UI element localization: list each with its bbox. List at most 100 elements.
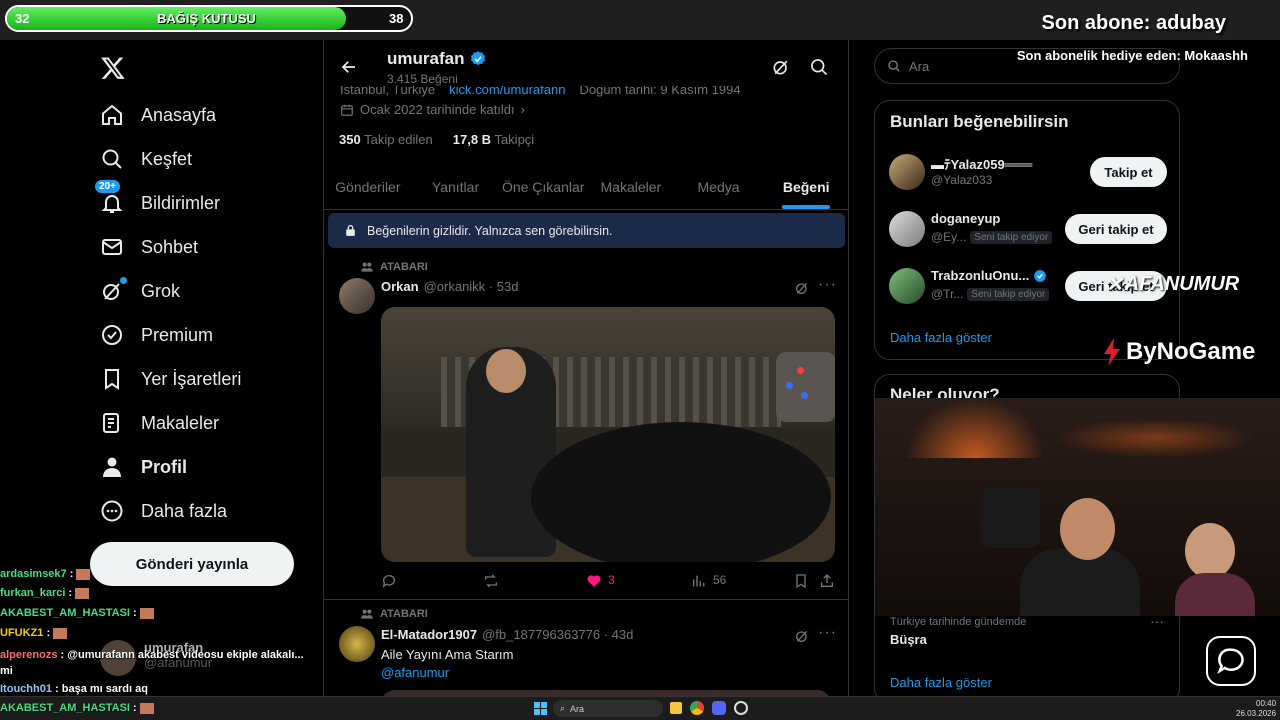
nav-label: Profil — [141, 456, 188, 477]
obs-icon[interactable] — [734, 701, 748, 715]
left-navigation: Anasayfa Keşfet 20+ Bildirimler Sohbet G… — [0, 40, 322, 700]
tab-highlights[interactable]: Öne Çıkanlar — [499, 170, 587, 209]
emote-icon — [139, 702, 154, 714]
avatar[interactable] — [339, 626, 375, 662]
more-options-icon[interactable]: ··· — [818, 276, 837, 294]
emote-icon — [139, 607, 154, 619]
show-more-link[interactable]: Daha fazla göster — [890, 675, 992, 690]
donation-bar: 32 BAĞIŞ KUTUSU 38 — [5, 5, 413, 32]
taskbar-search-label: Ara — [570, 703, 585, 714]
search-icon — [888, 60, 900, 72]
share-icon[interactable] — [819, 573, 835, 589]
tab-posts[interactable]: Gönderiler — [324, 170, 412, 209]
streamer-watermark: ✕ AFANUMUR — [1106, 272, 1239, 297]
bookmark-icon[interactable] — [793, 573, 809, 589]
post-header: Orkan @orkanikk · 53d — [381, 279, 518, 294]
nav-item-chat[interactable]: Sohbet — [100, 232, 198, 262]
nav-item-premium[interactable]: Premium — [100, 320, 213, 350]
like-count: 3 — [608, 573, 615, 587]
tab-articles[interactable]: Makaleler — [587, 170, 675, 209]
watermark-text: AFANUMUR — [1124, 273, 1240, 295]
profile-column: umurafan 3.415 Beğeni İstanbul, Türkiye … — [323, 40, 849, 700]
community-icon — [361, 262, 373, 272]
post-header: El-Matador1907 @fb_187796363776 · 43d — [381, 627, 633, 642]
taskbar-search[interactable]: ⌕ Ara — [553, 700, 663, 717]
more-icon — [101, 500, 123, 522]
suggestion-row[interactable]: ▬ﾃYalaz059═══ @Yalaz033 Takip et — [875, 151, 1181, 195]
nav-item-explore[interactable]: Keşfet — [100, 144, 192, 174]
nav-item-articles[interactable]: Makaleler — [100, 408, 219, 438]
chat-message: AKABEST_AM_HASTASI : — [0, 607, 154, 619]
tab-likes[interactable]: Beğeni — [762, 170, 848, 209]
like-button[interactable]: 3 — [586, 573, 615, 589]
discord-icon[interactable] — [712, 701, 726, 715]
context-label: ATABARI — [380, 261, 428, 273]
suggestion-row[interactable]: doganeyup @Ey... Seni takip ediyor Geri … — [875, 208, 1181, 252]
post-context: ATABARI — [360, 260, 428, 274]
nav-item-notifications[interactable]: 20+ Bildirimler — [94, 179, 221, 218]
follow-button[interactable]: Takip et — [1090, 157, 1167, 187]
x-logo-icon[interactable] — [100, 55, 126, 81]
chat-message: Itouchh01 : başa mı sardı aq — [0, 683, 148, 695]
donation-max: 38 — [389, 11, 404, 26]
author-name[interactable]: El-Matador1907 — [381, 627, 477, 642]
chat-user: AKABEST_AM_HASTASI — [0, 702, 130, 714]
file-explorer-icon[interactable] — [670, 702, 682, 714]
nav-item-bookmarks[interactable]: Yer İşaretleri — [100, 364, 241, 394]
suggestion-name: ▬ﾃYalaz059═══ — [931, 157, 1033, 172]
suggestion-handle: @Ey... — [931, 230, 967, 244]
chat-user: ardasimsek7 — [0, 568, 67, 580]
windows-start-icon[interactable] — [534, 702, 547, 715]
back-arrow-icon[interactable] — [340, 58, 358, 76]
following-link[interactable]: 350 Takip edilen — [339, 132, 433, 147]
post[interactable]: ATABARI Orkan @orkanikk · 53d ··· 3 56 — [324, 256, 848, 600]
followers-link[interactable]: 17,8 B Takipçi — [453, 132, 534, 147]
bell-icon — [101, 195, 123, 213]
sponsor-logo: ByNoGame — [1102, 338, 1255, 366]
profile-header: umurafan 3.415 Beğeni — [324, 40, 848, 86]
clock-time: 00:40 — [1256, 699, 1277, 708]
nav-item-more[interactable]: Daha fazla — [100, 496, 227, 526]
trend-context: Türkiye tarihinde gündemde — [890, 616, 1027, 628]
home-icon — [102, 104, 122, 125]
post-video[interactable] — [381, 307, 835, 562]
nav-item-profile[interactable]: Profil — [100, 452, 187, 482]
chat-fab[interactable] — [1206, 636, 1256, 686]
nav-label: Daha fazla — [141, 500, 228, 521]
follow-back-button[interactable]: Geri takip et — [1065, 214, 1167, 244]
show-more-link[interactable]: Daha fazla göster — [890, 330, 992, 345]
nav-label: Bildirimler — [141, 192, 221, 213]
nav-item-grok[interactable]: Grok — [100, 276, 180, 306]
more-options-icon[interactable]: ··· — [818, 624, 837, 642]
webcam-sign — [980, 488, 1040, 548]
post[interactable]: ATABARI El-Matador1907 @fb_187796363776 … — [324, 602, 848, 700]
chat-message: AKABEST_AM_HASTASI : — [0, 702, 154, 714]
chrome-icon[interactable] — [690, 701, 704, 715]
notification-badge: 20+ — [94, 179, 121, 194]
repost-icon[interactable] — [483, 573, 499, 589]
author-name[interactable]: Orkan — [381, 279, 419, 294]
nav-item-home[interactable]: Anasayfa — [100, 100, 216, 130]
trend-name[interactable]: Büşra — [890, 632, 927, 647]
chat-user: AKABEST_AM_HASTASI — [0, 607, 130, 619]
grok-analyze-icon[interactable] — [794, 280, 810, 296]
grok-analyze-icon[interactable] — [794, 628, 810, 644]
avatar[interactable] — [339, 278, 375, 314]
nav-label: Keşfet — [141, 148, 193, 169]
gift-subscriber: Son abonelik hediye eden: Mokaashh — [1016, 48, 1248, 63]
search-input[interactable]: Ara — [909, 59, 929, 74]
video-red-light — [797, 367, 804, 374]
post-mention[interactable]: @afanumur — [381, 665, 449, 680]
chevron-right-icon[interactable]: › — [521, 102, 525, 117]
grok-analyze-icon[interactable] — [771, 57, 791, 77]
views-button[interactable]: 56 — [691, 573, 726, 589]
tab-media[interactable]: Medya — [675, 170, 763, 209]
search-icon — [102, 149, 122, 169]
tab-replies[interactable]: Yanıtlar — [412, 170, 500, 209]
reply-icon[interactable] — [381, 573, 397, 589]
system-clock[interactable]: 00:40 26.03.2026 — [1236, 699, 1276, 719]
verified-badge-icon — [471, 51, 486, 66]
search-icon[interactable] — [809, 57, 829, 77]
chat-bubble-icon — [1217, 648, 1244, 675]
post-button[interactable]: Gönderi yayınla — [90, 542, 294, 586]
